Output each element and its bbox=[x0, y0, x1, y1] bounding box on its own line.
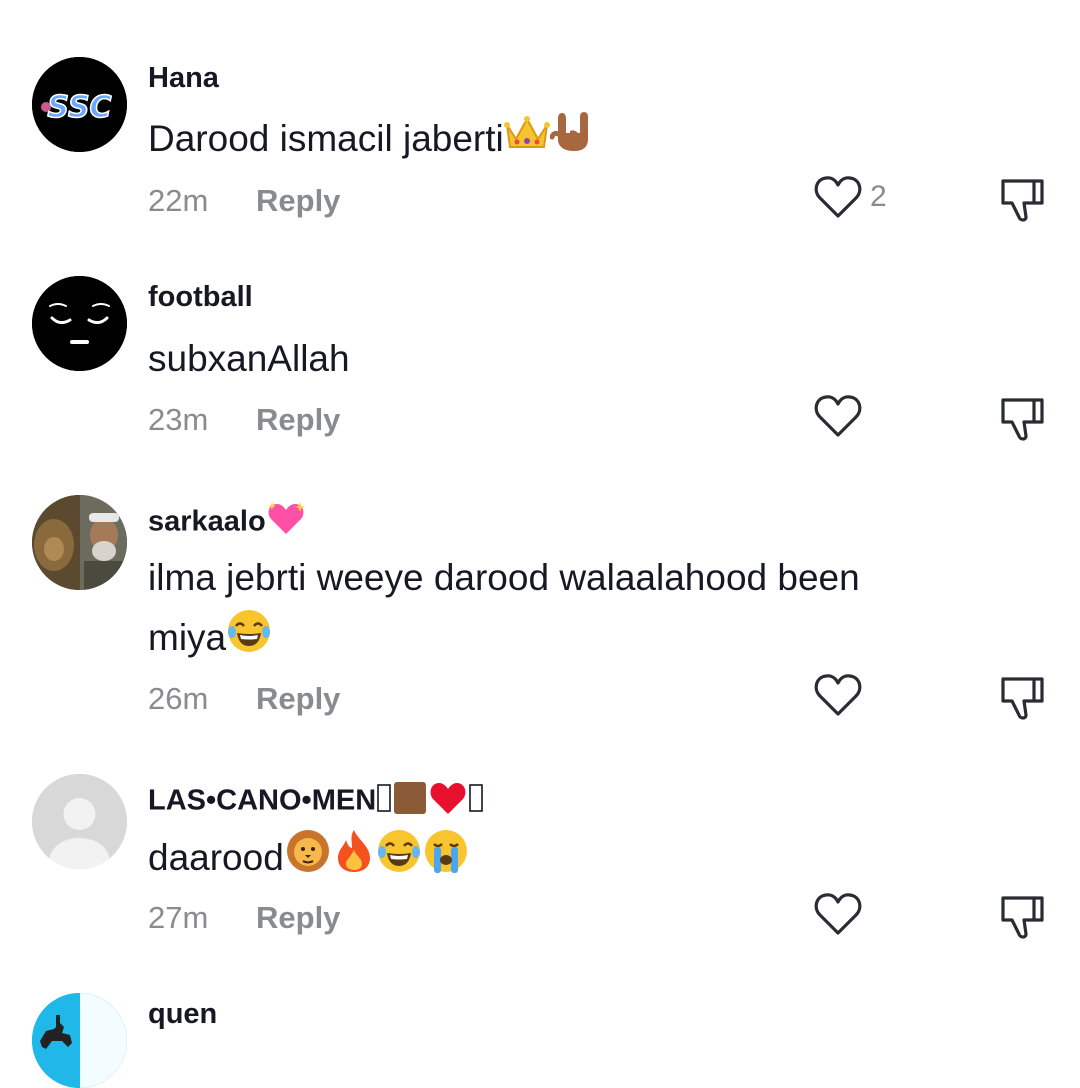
avatar[interactable] bbox=[32, 276, 127, 371]
username-text: sarkaalo bbox=[148, 505, 266, 538]
comment-username[interactable]: football bbox=[148, 281, 253, 314]
heart-outline-icon bbox=[814, 893, 862, 935]
tears-of-joy-emoji-icon bbox=[376, 828, 422, 892]
comment-timestamp: 23m bbox=[148, 402, 209, 437]
like-count: 2 bbox=[870, 180, 887, 213]
tears-of-joy-emoji-icon bbox=[226, 608, 272, 672]
comment-text-line: ilma jebrti weeye darood walaalahood bee… bbox=[148, 557, 860, 598]
comment-text-content: daarood bbox=[148, 837, 284, 878]
lion-emoji-icon bbox=[284, 828, 332, 892]
comment-text-content: Darood ismacil jaberti bbox=[148, 118, 504, 159]
missing-glyph-icon bbox=[376, 782, 392, 822]
comment-text: daarood bbox=[148, 828, 1028, 892]
comment-username[interactable]: quen bbox=[148, 998, 217, 1031]
comment-meta: 27m Reply bbox=[148, 900, 340, 936]
comment-timestamp: 27m bbox=[148, 900, 209, 935]
thumb-down-outline-icon bbox=[1001, 179, 1044, 222]
fire-emoji-icon bbox=[332, 828, 376, 892]
heart-outline-icon bbox=[814, 395, 862, 437]
svg-text:SSC: SSC bbox=[47, 90, 111, 125]
like-button[interactable] bbox=[814, 394, 862, 438]
comment-text-line-2: miya bbox=[148, 608, 1028, 672]
missing-glyph-icon bbox=[468, 782, 484, 822]
comment-meta: 22m Reply bbox=[148, 183, 340, 219]
like-button[interactable] bbox=[814, 673, 862, 717]
avatar[interactable] bbox=[32, 495, 127, 590]
comment-meta: 26m Reply bbox=[148, 681, 340, 717]
brown-square-emoji-icon bbox=[392, 780, 428, 824]
ssc-logo-icon: SSC bbox=[32, 57, 127, 152]
avatar[interactable]: SSC bbox=[32, 57, 127, 152]
username-text: LAS•CANO•MEN bbox=[148, 784, 377, 817]
heart-outline-icon bbox=[814, 176, 862, 218]
dislike-button[interactable] bbox=[998, 177, 1046, 223]
comment-text: subxanAllah bbox=[148, 338, 350, 379]
horse-rider-icon bbox=[32, 993, 127, 1088]
heart-outline-icon bbox=[814, 674, 862, 716]
dislike-button[interactable] bbox=[998, 396, 1046, 442]
love-you-gesture-emoji-icon bbox=[549, 109, 596, 173]
reply-button[interactable]: Reply bbox=[256, 681, 340, 716]
avatar[interactable] bbox=[32, 774, 127, 869]
pensive-face-icon bbox=[32, 276, 127, 371]
comment-username[interactable]: LAS•CANO•MEN bbox=[148, 780, 484, 824]
red-heart-emoji-icon bbox=[428, 780, 468, 824]
comment-timestamp: 22m bbox=[148, 183, 209, 218]
comment-timestamp: 26m bbox=[148, 681, 209, 716]
crown-emoji-icon bbox=[503, 111, 550, 171]
comment-text: Darood ismacil jaberti bbox=[148, 109, 1028, 173]
comment-meta: 23m Reply bbox=[148, 402, 340, 438]
like-button[interactable] bbox=[814, 892, 862, 936]
reply-button[interactable]: Reply bbox=[256, 900, 340, 935]
comment-text: ilma jebrti weeye darood walaalahood bee… bbox=[148, 548, 1028, 672]
lion-man-photo-icon bbox=[32, 495, 127, 590]
avatar[interactable] bbox=[32, 993, 127, 1088]
dislike-button[interactable] bbox=[998, 894, 1046, 940]
thumb-down-outline-icon bbox=[1001, 677, 1044, 720]
thumb-down-outline-icon bbox=[1001, 896, 1044, 939]
comment-username[interactable]: Hana bbox=[148, 62, 219, 95]
comment-text-content: miya bbox=[148, 617, 227, 658]
sparkling-heart-emoji-icon bbox=[266, 500, 306, 546]
dislike-button[interactable] bbox=[998, 675, 1046, 721]
default-user-icon bbox=[32, 774, 127, 869]
like-button[interactable] bbox=[814, 175, 862, 219]
loudly-crying-emoji-icon bbox=[422, 828, 470, 892]
comment-username[interactable]: sarkaalo bbox=[148, 500, 306, 546]
reply-button[interactable]: Reply bbox=[256, 402, 340, 437]
reply-button[interactable]: Reply bbox=[256, 183, 340, 218]
thumb-down-outline-icon bbox=[1001, 398, 1044, 441]
